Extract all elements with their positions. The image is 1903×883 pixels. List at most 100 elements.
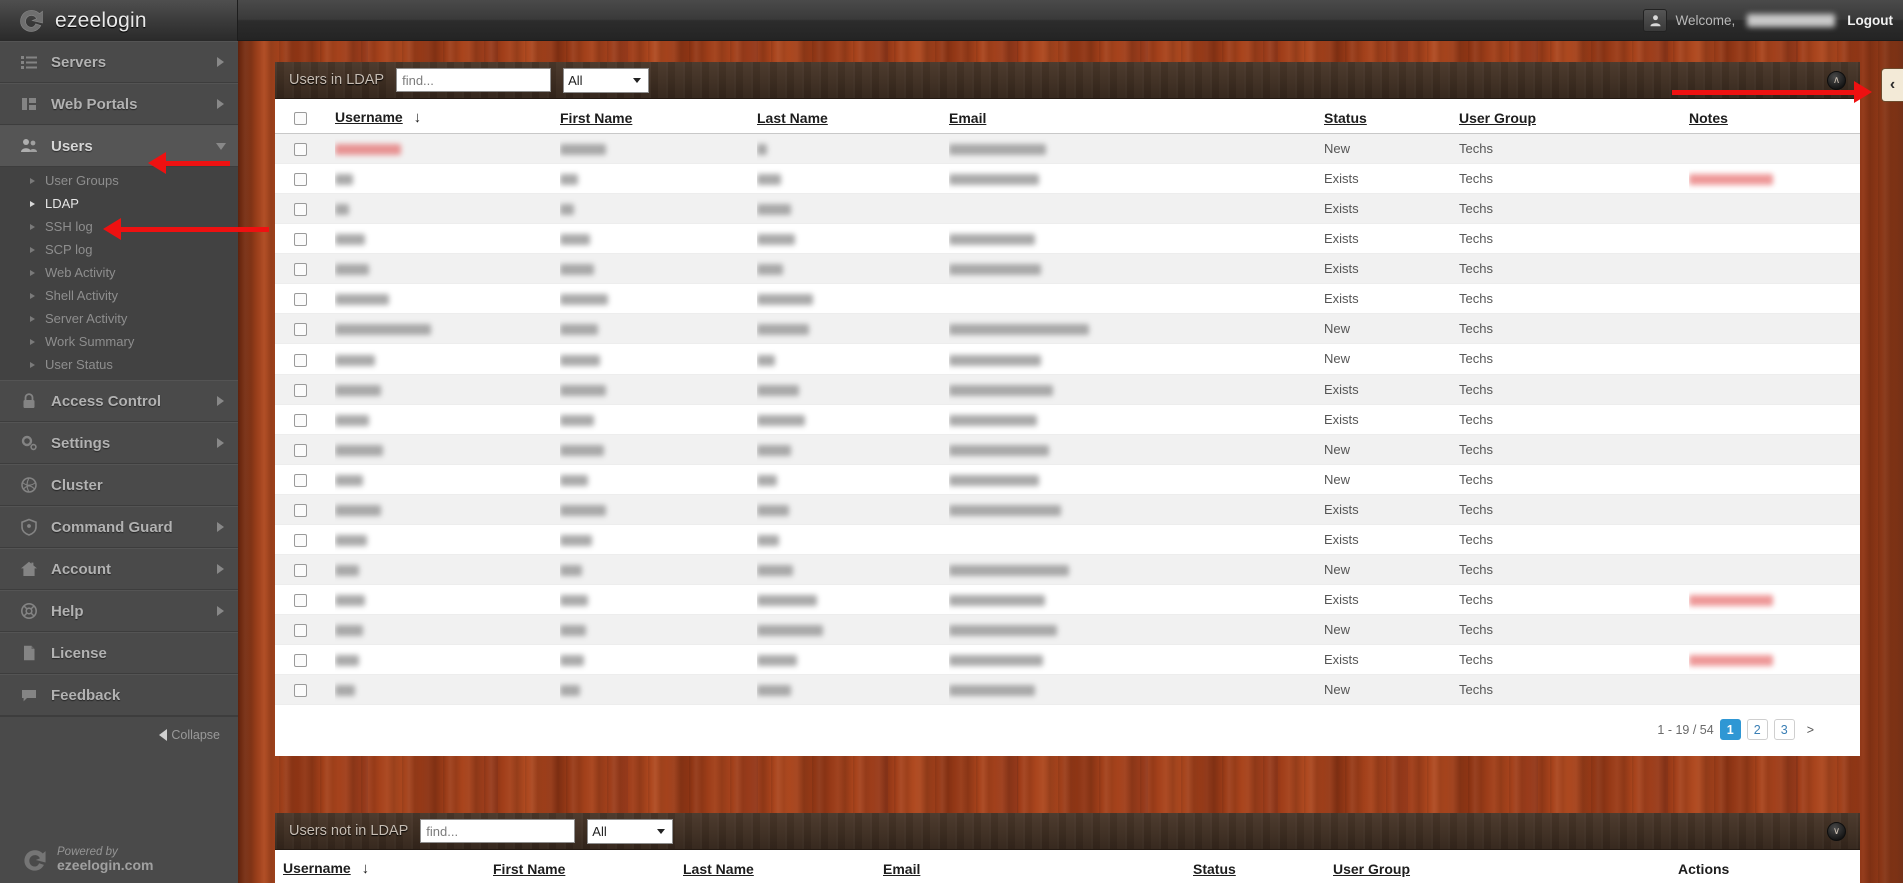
- redacted-value: [560, 384, 606, 396]
- table-row[interactable]: Exists Techs: [275, 253, 1860, 285]
- table-row[interactable]: Exists Techs: [275, 163, 1860, 195]
- table-row[interactable]: Exists Techs: [275, 524, 1860, 555]
- cell-user-group: Techs: [1459, 464, 1689, 495]
- cell-user-group: Techs: [1459, 313, 1689, 345]
- row-checkbox[interactable]: [294, 533, 307, 547]
- sidebar-right-collapse-tab[interactable]: ‹: [1881, 68, 1903, 102]
- pagination-next-button[interactable]: >: [1801, 723, 1814, 737]
- lock-icon: [20, 392, 38, 410]
- row-checkbox[interactable]: [294, 413, 307, 427]
- row-checkbox[interactable]: [294, 503, 307, 517]
- row-checkbox[interactable]: [294, 443, 307, 457]
- table-row[interactable]: New Techs: [275, 133, 1860, 165]
- sidebar-item-feedback[interactable]: Feedback: [0, 674, 238, 716]
- table-row[interactable]: New Techs: [275, 434, 1860, 465]
- select-all-checkbox[interactable]: [294, 112, 307, 126]
- pagination-page-1[interactable]: 1: [1719, 719, 1741, 741]
- sidebar-subitem-ssh-log[interactable]: SSH log: [0, 215, 238, 238]
- redacted-value: [335, 685, 355, 697]
- row-checkbox[interactable]: [294, 594, 307, 607]
- cell-last-name: [757, 253, 949, 285]
- redacted-value: [757, 625, 823, 637]
- row-checkbox[interactable]: [294, 383, 307, 397]
- chevron-right-icon: [217, 564, 224, 574]
- column-header-username[interactable]: Username ↓: [335, 99, 560, 134]
- column-header-first-name[interactable]: First Name: [560, 99, 757, 134]
- search-input[interactable]: [396, 68, 552, 92]
- sidebar-item-help[interactable]: Help: [0, 590, 238, 632]
- row-checkbox[interactable]: [294, 563, 307, 577]
- row-checkbox[interactable]: [294, 263, 307, 277]
- table-row[interactable]: New Techs: [275, 674, 1860, 706]
- cell-first-name: [560, 374, 757, 405]
- sidebar-subitem-work-summary[interactable]: Work Summary: [0, 330, 238, 353]
- sidebar-item-command-guard[interactable]: Command Guard: [0, 506, 238, 548]
- sidebar-collapse-button[interactable]: Collapse: [0, 716, 238, 752]
- panel-collapse-knob[interactable]: ∧: [1827, 71, 1846, 90]
- column-header-status[interactable]: Status: [1193, 850, 1333, 883]
- row-checkbox[interactable]: [294, 233, 307, 247]
- table-row[interactable]: Exists Techs: [275, 283, 1860, 315]
- table-row[interactable]: Exists Techs: [275, 223, 1860, 255]
- column-header-email[interactable]: Email: [949, 99, 1324, 134]
- sidebar-subitem-server-activity[interactable]: Server Activity: [0, 307, 238, 330]
- table-row[interactable]: Exists Techs: [275, 584, 1860, 616]
- column-header-status[interactable]: Status: [1324, 99, 1459, 134]
- column-header-user-group[interactable]: User Group: [1459, 99, 1689, 134]
- sidebar-item-web-portals[interactable]: Web Portals: [0, 83, 238, 125]
- row-checkbox[interactable]: [294, 624, 307, 638]
- table-row[interactable]: Exists Techs: [275, 644, 1860, 676]
- row-checkbox[interactable]: [294, 293, 307, 307]
- sidebar-subitem-shell-activity[interactable]: Shell Activity: [0, 284, 238, 307]
- column-header-first-name[interactable]: First Name: [493, 850, 683, 883]
- table-row[interactable]: Exists Techs: [275, 494, 1860, 525]
- redacted-value: [1689, 655, 1773, 667]
- sort-desc-icon: ↓: [361, 860, 370, 877]
- table-row[interactable]: New Techs: [275, 554, 1860, 585]
- table-row[interactable]: New Techs: [275, 313, 1860, 345]
- sidebar-item-license[interactable]: License: [0, 632, 238, 674]
- status-filter-select[interactable]: All: [563, 67, 650, 93]
- pagination-page-2[interactable]: 2: [1746, 719, 1768, 741]
- row-checkbox[interactable]: [294, 173, 307, 187]
- sidebar-subitem-ldap[interactable]: LDAP: [0, 192, 238, 215]
- table-row[interactable]: Exists Techs: [275, 374, 1860, 405]
- column-header-notes[interactable]: Notes: [1689, 99, 1860, 134]
- avatar[interactable]: [1643, 9, 1668, 32]
- search-input[interactable]: [420, 819, 576, 843]
- sidebar-subitem-user-groups[interactable]: User Groups: [0, 169, 238, 192]
- table-row[interactable]: Exists Techs: [275, 404, 1860, 435]
- column-header-email[interactable]: Email: [883, 850, 1193, 883]
- pagination-page-3[interactable]: 3: [1773, 719, 1795, 741]
- sidebar-item-account[interactable]: Account: [0, 548, 238, 590]
- column-header-last-name[interactable]: Last Name: [683, 850, 883, 883]
- redacted-value: [757, 324, 809, 336]
- sidebar-item-users[interactable]: Users: [0, 125, 238, 167]
- table-row[interactable]: New Techs: [275, 464, 1860, 495]
- column-header-last-name[interactable]: Last Name: [757, 99, 949, 134]
- row-checkbox[interactable]: [294, 473, 307, 487]
- sidebar-item-access-control[interactable]: Access Control: [0, 380, 238, 422]
- sidebar-item-settings[interactable]: Settings: [0, 422, 238, 464]
- sidebar-subitem-scp-log[interactable]: SCP log: [0, 238, 238, 261]
- row-checkbox[interactable]: [294, 353, 307, 367]
- table-row[interactable]: New Techs: [275, 343, 1860, 375]
- cell-user-group: Techs: [1459, 193, 1689, 225]
- table-row[interactable]: New Techs: [275, 614, 1860, 646]
- column-header-user-group[interactable]: User Group: [1333, 850, 1678, 883]
- panel-expand-knob[interactable]: ∨: [1827, 822, 1846, 841]
- sidebar-subitem-user-status[interactable]: User Status: [0, 353, 238, 376]
- column-label: First Name: [493, 860, 566, 877]
- row-checkbox[interactable]: [294, 203, 307, 217]
- row-checkbox[interactable]: [294, 323, 307, 337]
- row-checkbox[interactable]: [294, 143, 307, 157]
- logout-button[interactable]: Logout: [1847, 13, 1893, 28]
- row-checkbox[interactable]: [294, 654, 307, 668]
- sidebar-item-cluster[interactable]: Cluster: [0, 464, 238, 506]
- sidebar-subitem-web-activity[interactable]: Web Activity: [0, 261, 238, 284]
- status-filter-select[interactable]: All: [587, 818, 674, 844]
- sidebar-item-servers[interactable]: Servers: [0, 41, 238, 83]
- table-row[interactable]: Exists Techs: [275, 193, 1860, 225]
- row-checkbox[interactable]: [294, 684, 307, 698]
- column-header-username[interactable]: Username ↓: [283, 850, 493, 883]
